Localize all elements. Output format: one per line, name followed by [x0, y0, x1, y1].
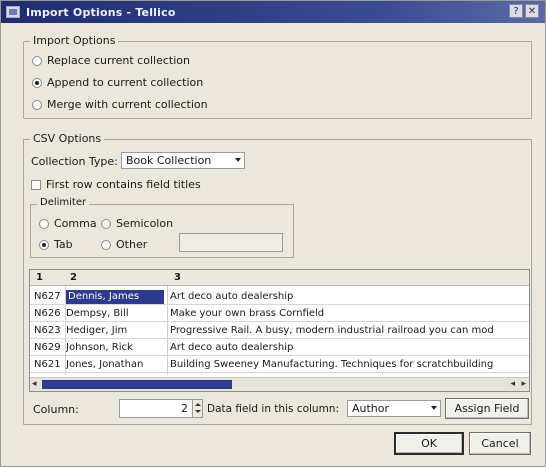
data-preview-table[interactable]: 1 2 3 N627 Dennis, James Art deco auto d… [29, 269, 530, 392]
title-bar[interactable]: Import Options - Tellico ? ✕ [1, 1, 545, 23]
radio-indicator [32, 55, 42, 66]
chevron-down-icon [235, 158, 241, 162]
delimiter-comma-radio[interactable]: Comma [39, 217, 97, 230]
scroll-right-icon[interactable]: ▸ [521, 379, 526, 389]
csv-options-legend: CSV Options [30, 132, 105, 145]
radio-indicator [101, 218, 111, 229]
radio-label: Append to current collection [47, 76, 204, 89]
button-label: Cancel [481, 437, 519, 450]
import-options-group: Import Options Replace current collectio… [23, 34, 532, 119]
ok-button[interactable]: OK [394, 432, 464, 455]
column-spinbox[interactable]: 2 [119, 399, 203, 418]
assign-field-button[interactable]: Assign Field [445, 398, 529, 419]
scroll-left-icon[interactable]: ◂ [510, 379, 515, 389]
help-icon[interactable]: ? [509, 4, 523, 18]
table-cell[interactable]: Hediger, Jim [66, 324, 164, 338]
radio-label: Semicolon [116, 217, 174, 230]
table-row[interactable]: N626 Dempsy, Bill Make your own brass Co… [30, 306, 529, 322]
table-row[interactable]: N627 Dennis, James Art deco auto dealers… [30, 289, 529, 305]
import-options-dialog: Import Options - Tellico ? ✕ Import Opti… [0, 0, 546, 467]
close-icon[interactable]: ✕ [525, 4, 539, 18]
collection-type-label: Collection Type: [31, 155, 118, 168]
table-cell[interactable]: N627 [34, 290, 64, 304]
collection-type-value: Book Collection [126, 154, 212, 167]
radio-indicator [32, 99, 42, 110]
table-row[interactable]: N623 Hediger, Jim Progressive Rail. A bu… [30, 323, 529, 339]
radio-indicator [39, 218, 49, 229]
append-collection-radio[interactable]: Append to current collection [32, 76, 203, 89]
button-label: OK [421, 437, 437, 450]
merge-collection-radio[interactable]: Merge with current collection [32, 98, 208, 111]
data-field-label: Data field in this column: [207, 403, 339, 415]
delimiter-legend: Delimiter [37, 197, 90, 208]
scrollbar-thumb[interactable] [42, 380, 232, 389]
table-row[interactable]: N629 Johnson, Rick Art deco auto dealers… [30, 340, 529, 356]
delimiter-other-radio[interactable]: Other [101, 238, 147, 251]
radio-label: Comma [54, 217, 97, 230]
table-cell[interactable]: Art deco auto dealership [170, 341, 529, 355]
horizontal-scrollbar[interactable]: ◂ ◂ ▸ [30, 377, 529, 391]
radio-label: Merge with current collection [47, 98, 208, 111]
button-label: Assign Field [454, 402, 520, 415]
table-cell[interactable]: Make your own brass Cornfield [170, 307, 529, 321]
cancel-button[interactable]: Cancel [469, 432, 531, 455]
table-header: 1 2 3 [30, 270, 529, 286]
radio-label: Replace current collection [47, 54, 190, 67]
column-header[interactable]: 1 [36, 272, 43, 283]
window-title: Import Options - Tellico [26, 5, 176, 19]
data-field-value: Author [352, 402, 390, 415]
data-field-select[interactable]: Author [347, 400, 441, 417]
delimiter-other-input[interactable] [179, 233, 283, 252]
chevron-down-icon [431, 406, 437, 410]
table-cell[interactable]: N626 [34, 307, 64, 321]
table-cell[interactable]: Building Sweeney Manufacturing. Techniqu… [170, 358, 529, 372]
checkbox-label: First row contains field titles [46, 178, 201, 191]
delimiter-semicolon-radio[interactable]: Semicolon [101, 217, 173, 230]
checkbox-box [31, 179, 41, 190]
radio-label: Tab [54, 238, 73, 251]
column-label: Column: [33, 403, 79, 416]
table-cell-selected[interactable]: Dennis, James [66, 290, 164, 304]
app-icon [6, 6, 20, 18]
table-cell[interactable]: N623 [34, 324, 64, 338]
delimiter-tab-radio[interactable]: Tab [39, 238, 73, 251]
radio-indicator [32, 77, 42, 88]
table-cell[interactable]: Dempsy, Bill [66, 307, 164, 321]
collection-type-select[interactable]: Book Collection [121, 152, 245, 169]
table-cell[interactable]: Art deco auto dealership [170, 290, 529, 304]
column-header[interactable]: 3 [174, 272, 181, 283]
radio-indicator [101, 239, 111, 250]
column-value: 2 [181, 402, 188, 415]
first-row-titles-checkbox[interactable]: First row contains field titles [31, 178, 201, 191]
column-header[interactable]: 2 [70, 272, 77, 283]
table-cell[interactable]: N621 [34, 358, 64, 372]
import-options-legend: Import Options [30, 34, 119, 47]
spin-arrows-icon[interactable] [192, 400, 202, 417]
table-cell[interactable]: N629 [34, 341, 64, 355]
radio-indicator [39, 239, 49, 250]
replace-collection-radio[interactable]: Replace current collection [32, 54, 190, 67]
table-cell[interactable]: Johnson, Rick [66, 341, 164, 355]
radio-label: Other [116, 238, 148, 251]
table-cell[interactable]: Progressive Rail. A busy, modern industr… [170, 324, 529, 338]
scroll-left-icon[interactable]: ◂ [32, 379, 37, 389]
table-cell[interactable]: Jones, Jonathan [66, 358, 164, 372]
table-row[interactable]: N621 Jones, Jonathan Building Sweeney Ma… [30, 357, 529, 373]
